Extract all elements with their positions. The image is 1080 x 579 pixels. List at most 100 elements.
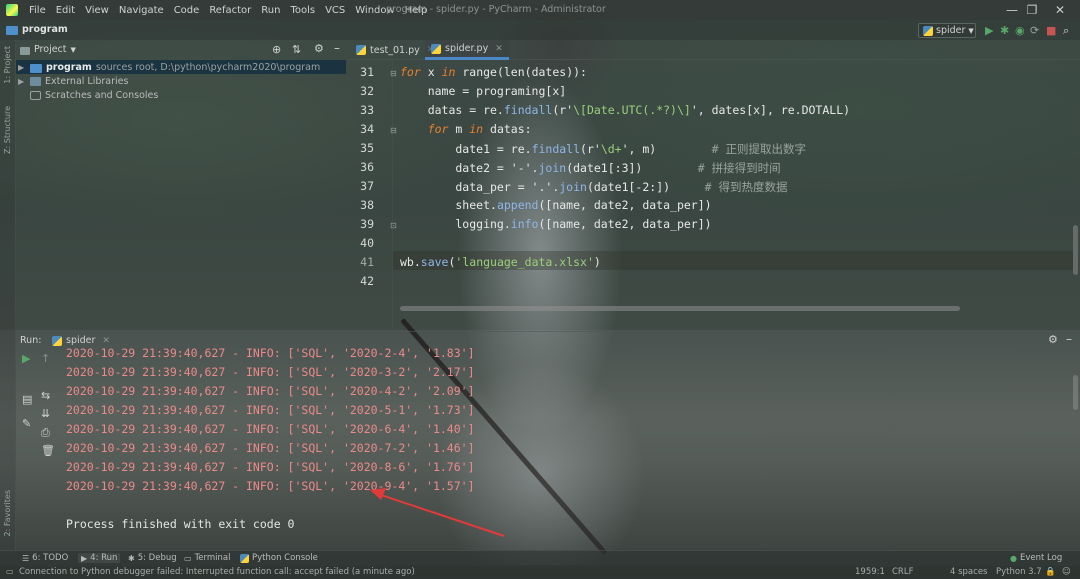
folder-icon <box>30 63 42 73</box>
console-output-line: 2020-10-29 21:39:40,627 - INFO: ['SQL', … <box>66 346 475 360</box>
project-panel-header: Project ▼ ⊕ ⇅ ⚙ – <box>16 40 346 59</box>
close-icon[interactable]: ✕ <box>495 44 503 54</box>
editor-horizontal-scrollbar[interactable] <box>400 306 960 311</box>
tree-item-program[interactable]: ▶ program sources root, D:\python\pychar… <box>18 60 320 74</box>
print-icon[interactable]: ⎙ <box>41 426 50 440</box>
run-tab-spider[interactable]: spider ✕ <box>52 335 110 346</box>
locate-file-icon[interactable]: ⊕ <box>272 43 281 56</box>
code-line-39[interactable]: logging.info([name, date2, data_per]) <box>400 217 711 231</box>
tab-spider[interactable]: spider.py ✕ <box>425 40 509 60</box>
structure-tool-tab[interactable]: Z: Structure <box>3 106 12 154</box>
python-interpreter[interactable]: Python 3.7 <box>996 567 1042 577</box>
pin-tab-icon[interactable]: ▤ <box>22 393 32 406</box>
run-configuration-dropdown[interactable]: spider ▼ <box>918 23 976 38</box>
code-line-33[interactable]: datas = re.findall(r'\[Date.UTC(.*?)\]',… <box>400 103 850 117</box>
project-tool-tab[interactable]: 1: Project <box>3 46 12 84</box>
close-window-button[interactable]: ✕ <box>1038 1 1080 19</box>
status-message[interactable]: Connection to Python debugger failed: In… <box>19 567 415 577</box>
line-number: 37 <box>360 179 374 193</box>
run-panel-label: Run: <box>20 335 42 346</box>
fold-icon[interactable]: ⊟ <box>390 126 397 135</box>
todo-tool-button[interactable]: ☰ 6: TODO <box>22 553 68 563</box>
favorites-tool-tab[interactable]: 2: Favorites <box>3 490 12 536</box>
fold-icon[interactable]: ⊟ <box>390 69 397 78</box>
python-console-tool-button[interactable]: Python Console <box>240 553 318 563</box>
status-layout-icon[interactable]: ▭ <box>6 567 14 576</box>
trash-icon[interactable]: 🗑 <box>41 444 55 457</box>
line-number: 34 <box>360 122 374 136</box>
console-output-line: 2020-10-29 21:39:40,627 - INFO: ['SQL', … <box>66 384 475 398</box>
menu-edit[interactable]: Edit <box>51 5 80 16</box>
line-separator[interactable]: CRLF <box>892 567 913 577</box>
soft-wrap-icon[interactable]: ⇆ <box>41 389 50 402</box>
editor-vertical-scrollbar[interactable] <box>1073 225 1078 275</box>
search-icon[interactable]: ⌕ <box>1063 24 1069 38</box>
python-file-icon <box>923 25 933 36</box>
process-finished-message: Process finished with exit code 0 <box>66 517 295 531</box>
indent-setting[interactable]: 4 spaces <box>950 567 987 577</box>
expand-arrow-icon[interactable]: ▶ <box>18 63 26 72</box>
tree-item-external-libraries[interactable]: ▶ External Libraries <box>18 74 128 88</box>
code-line-32[interactable]: name = programing[x] <box>400 84 566 98</box>
debug-tool-button[interactable]: ✱ 5: Debug <box>128 553 177 563</box>
line-number: 35 <box>360 141 374 155</box>
menu-run[interactable]: Run <box>256 5 285 16</box>
terminal-tool-button[interactable]: ▭ Terminal <box>184 553 230 563</box>
profile-icon[interactable]: ⟳ <box>1030 24 1039 37</box>
terminal-icon: ▭ <box>184 553 192 563</box>
chevron-down-icon: ▼ <box>968 26 974 35</box>
caret-position[interactable]: 1959:1 <box>855 567 885 577</box>
library-icon <box>30 76 41 86</box>
stop-icon[interactable]: ■ <box>1046 24 1056 37</box>
menu-navigate[interactable]: Navigate <box>114 5 169 16</box>
code-line-36[interactable]: date2 = '-'.join(date1[:3]) # 拼接得到时间 <box>400 160 780 176</box>
menu-vcs[interactable]: VCS <box>320 5 350 16</box>
project-view-dropdown[interactable]: Project ▼ <box>20 44 76 55</box>
fold-icon[interactable]: ⊡ <box>390 221 397 230</box>
hide-panel-icon[interactable]: – <box>1066 332 1072 346</box>
menu-view[interactable]: View <box>80 5 114 16</box>
notifications-icon[interactable]: ☺ <box>1062 567 1071 577</box>
expand-arrow-icon[interactable]: ▶ <box>18 77 26 86</box>
pin-icon[interactable]: ✎ <box>22 417 31 430</box>
console-vertical-scrollbar[interactable] <box>1073 375 1078 410</box>
menu-code[interactable]: Code <box>169 5 205 16</box>
breadcrumb[interactable]: program <box>6 24 68 35</box>
menu-file[interactable]: File <box>24 5 51 16</box>
event-log-tool-button[interactable]: ● Event Log <box>1010 553 1062 563</box>
line-number: 33 <box>360 103 374 117</box>
folder-icon <box>6 26 18 35</box>
tree-item-label: program <box>46 61 92 73</box>
project-view-label: Project <box>34 44 67 55</box>
collapse-all-icon[interactable]: ⇅ <box>292 43 301 56</box>
code-line-41[interactable]: wb.save('language_data.xlsx') <box>400 255 601 269</box>
gear-icon[interactable]: ⚙ <box>314 42 324 55</box>
tree-item-label: Scratches and Consoles <box>45 89 159 101</box>
code-line-35[interactable]: date1 = re.findall(r'\d+', m) # 正则提取出数字 <box>400 141 806 157</box>
menu-refactor[interactable]: Refactor <box>204 5 256 16</box>
console-output-line: 2020-10-29 21:39:40,627 - INFO: ['SQL', … <box>66 441 475 455</box>
scroll-to-end-icon[interactable]: ⇊ <box>41 407 50 420</box>
tab-label: spider.py <box>445 43 489 54</box>
run-tool-button[interactable]: ▶ 4: Run <box>78 553 121 563</box>
close-icon[interactable]: ✕ <box>102 336 110 346</box>
hide-panel-icon[interactable]: – <box>334 41 340 55</box>
pycharm-logo-icon <box>6 4 18 16</box>
code-line-37[interactable]: data_per = '.'.join(date1[-2:]) # 得到热度数据 <box>400 179 787 195</box>
arrow-up-icon[interactable]: ↑ <box>41 352 50 365</box>
debug-icon[interactable]: ✱ <box>1000 24 1009 37</box>
code-line-38[interactable]: sheet.append([name, date2, data_per]) <box>400 198 711 212</box>
code-line-31[interactable]: for x in range(len(dates)): <box>400 65 587 79</box>
menubar: File Edit View Navigate Code Refactor Ru… <box>0 0 1080 20</box>
rerun-icon[interactable]: ▶ <box>22 352 30 365</box>
python-file-icon <box>52 335 62 346</box>
tree-item-scratches[interactable]: Scratches and Consoles <box>18 88 158 102</box>
run-icon[interactable]: ▶ <box>985 24 993 37</box>
chevron-down-icon: ▼ <box>70 45 76 54</box>
coverage-icon[interactable]: ◉ <box>1015 24 1025 37</box>
lock-icon[interactable]: 🔒 <box>1045 567 1056 577</box>
status-bar: ▭ Connection to Python debugger failed: … <box>0 566 1080 579</box>
code-line-34[interactable]: for m in datas: <box>400 122 532 136</box>
menu-tools[interactable]: Tools <box>285 5 320 16</box>
gear-icon[interactable]: ⚙ <box>1048 333 1058 346</box>
